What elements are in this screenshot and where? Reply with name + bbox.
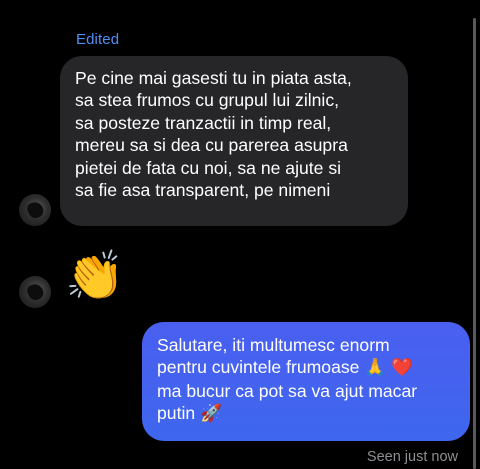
contact-avatar[interactable] (19, 194, 51, 226)
message-line: Pe cine mai gasesti tu in piata asta, (75, 68, 352, 88)
message-line: sa posteze tranzactii in timp real, (75, 112, 332, 133)
message-line-with-emoji: putin 🚀 (157, 402, 460, 425)
message-line: pietei de fata cu noi, sa ne ajute si (75, 157, 342, 178)
folded-hands-icon: 🙏 (364, 358, 387, 379)
contact-avatar[interactable] (19, 276, 51, 308)
clapping-hands-emoji-message[interactable]: 👏 (62, 246, 128, 306)
message-line: Salutare, iti multumesc enorm (157, 335, 390, 355)
sent-message-bubble[interactable]: Salutare, iti multumesc enorm pentru cuv… (142, 322, 470, 441)
message-line-with-emoji: pentru cuvintele frumoase 🙏 ❤️ (157, 356, 460, 379)
avatar-silhouette (25, 199, 46, 221)
message-line: mereu sa si dea cu parerea asupra (75, 135, 348, 156)
message-line: putin (157, 403, 196, 424)
message-line: pentru cuvintele frumoase (157, 357, 360, 378)
received-message-bubble[interactable]: Pe cine mai gasesti tu in piata asta, sa… (60, 56, 408, 226)
avatar-silhouette (25, 281, 46, 303)
seen-status: Seen just now (366, 449, 458, 465)
message-line: sa stea frumos cu grupul lui zilnic, (75, 90, 340, 111)
chat-thread: Edited Pe cine mai gasesti tu in piata a… (0, 0, 480, 469)
rocket-icon: 🚀 (200, 404, 222, 425)
scrollbar[interactable] (473, 18, 476, 469)
message-line: ma bucur ca pot sa va ajut macar (157, 380, 418, 401)
message-line: sa fie asa transparent, pe nimeni (75, 180, 331, 201)
red-heart-icon: ❤️ (391, 358, 414, 379)
edited-label[interactable]: Edited (76, 31, 119, 48)
